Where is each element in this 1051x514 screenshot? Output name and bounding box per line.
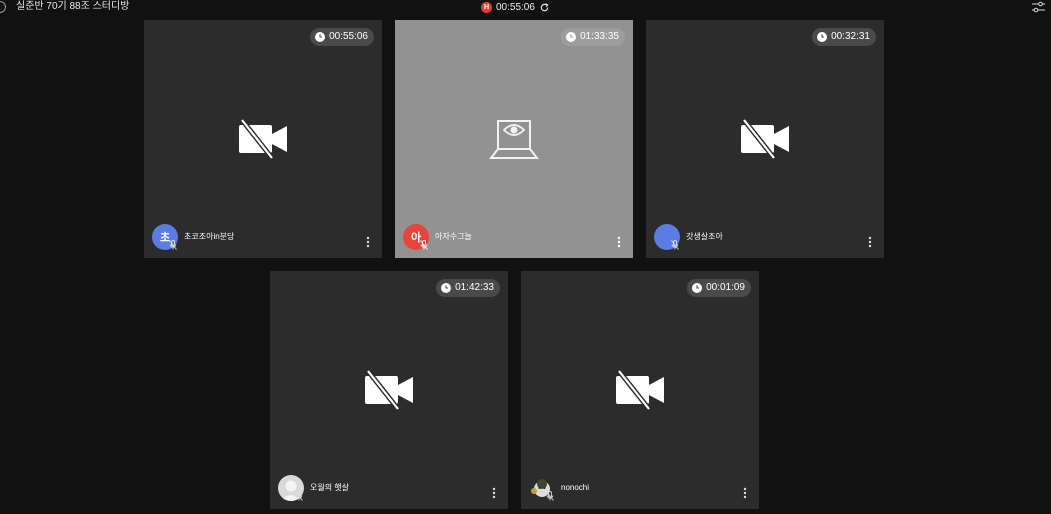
clock-icon	[441, 283, 452, 293]
refresh-icon[interactable]	[539, 2, 550, 13]
camera-off-icon	[739, 119, 791, 159]
clock-icon	[817, 32, 828, 42]
participant-name: 갓생살조아	[686, 232, 723, 241]
participant-timer: 01:33:35	[561, 28, 625, 46]
clock-icon	[692, 283, 703, 293]
mic-muted-icon	[420, 240, 428, 250]
camera-off-icon	[237, 119, 289, 159]
participant-tile[interactable]: 01:33:35 아 아자수그늘	[395, 20, 633, 258]
more-options-icon[interactable]	[868, 236, 872, 248]
mic-muted-icon	[295, 491, 303, 501]
more-options-icon[interactable]	[617, 236, 621, 248]
participant-tile[interactable]: 00:55:06 초 초코조아in분당	[144, 20, 382, 258]
more-options-icon[interactable]	[743, 487, 747, 499]
clock-icon	[566, 32, 577, 42]
clock-icon	[315, 32, 326, 42]
mic-muted-icon	[671, 240, 679, 250]
more-options-icon[interactable]	[366, 236, 370, 248]
session-timer: 00:55:06	[496, 2, 535, 13]
laptop-webcam-icon	[489, 116, 539, 162]
top-bar: 실준반 70기 88조 스터디방 H 00:55:06	[0, 0, 1051, 16]
back-icon[interactable]	[0, 1, 6, 13]
mic-muted-icon	[169, 240, 177, 250]
participant-tile[interactable]: 01:42:33 오월의 햇살	[270, 271, 508, 509]
participant-name: 아자수그늘	[435, 232, 472, 241]
participant-timer: 00:32:31	[812, 28, 876, 46]
room-title: 실준반 70기 88조 스터디방	[16, 1, 130, 12]
participant-tile[interactable]: 00:32:31 갓생살조아	[646, 20, 884, 258]
participant-name: 초코조아in분당	[184, 232, 235, 241]
camera-off-icon	[614, 370, 666, 410]
participant-timer: 00:01:09	[687, 279, 751, 297]
participant-name: 오월의 햇살	[310, 483, 350, 492]
recording-badge: H	[481, 2, 492, 13]
session-status: H 00:55:06	[481, 1, 550, 14]
participant-name: nonochi	[561, 483, 590, 492]
participant-tile[interactable]: 00:01:09 nonochi	[521, 271, 759, 509]
participant-timer: 00:55:06	[310, 28, 374, 46]
settings-sliders-icon[interactable]	[1032, 1, 1045, 13]
participant-timer: 01:42:33	[436, 279, 500, 297]
more-options-icon[interactable]	[492, 487, 496, 499]
mic-muted-icon	[546, 491, 554, 501]
camera-off-icon	[363, 370, 415, 410]
